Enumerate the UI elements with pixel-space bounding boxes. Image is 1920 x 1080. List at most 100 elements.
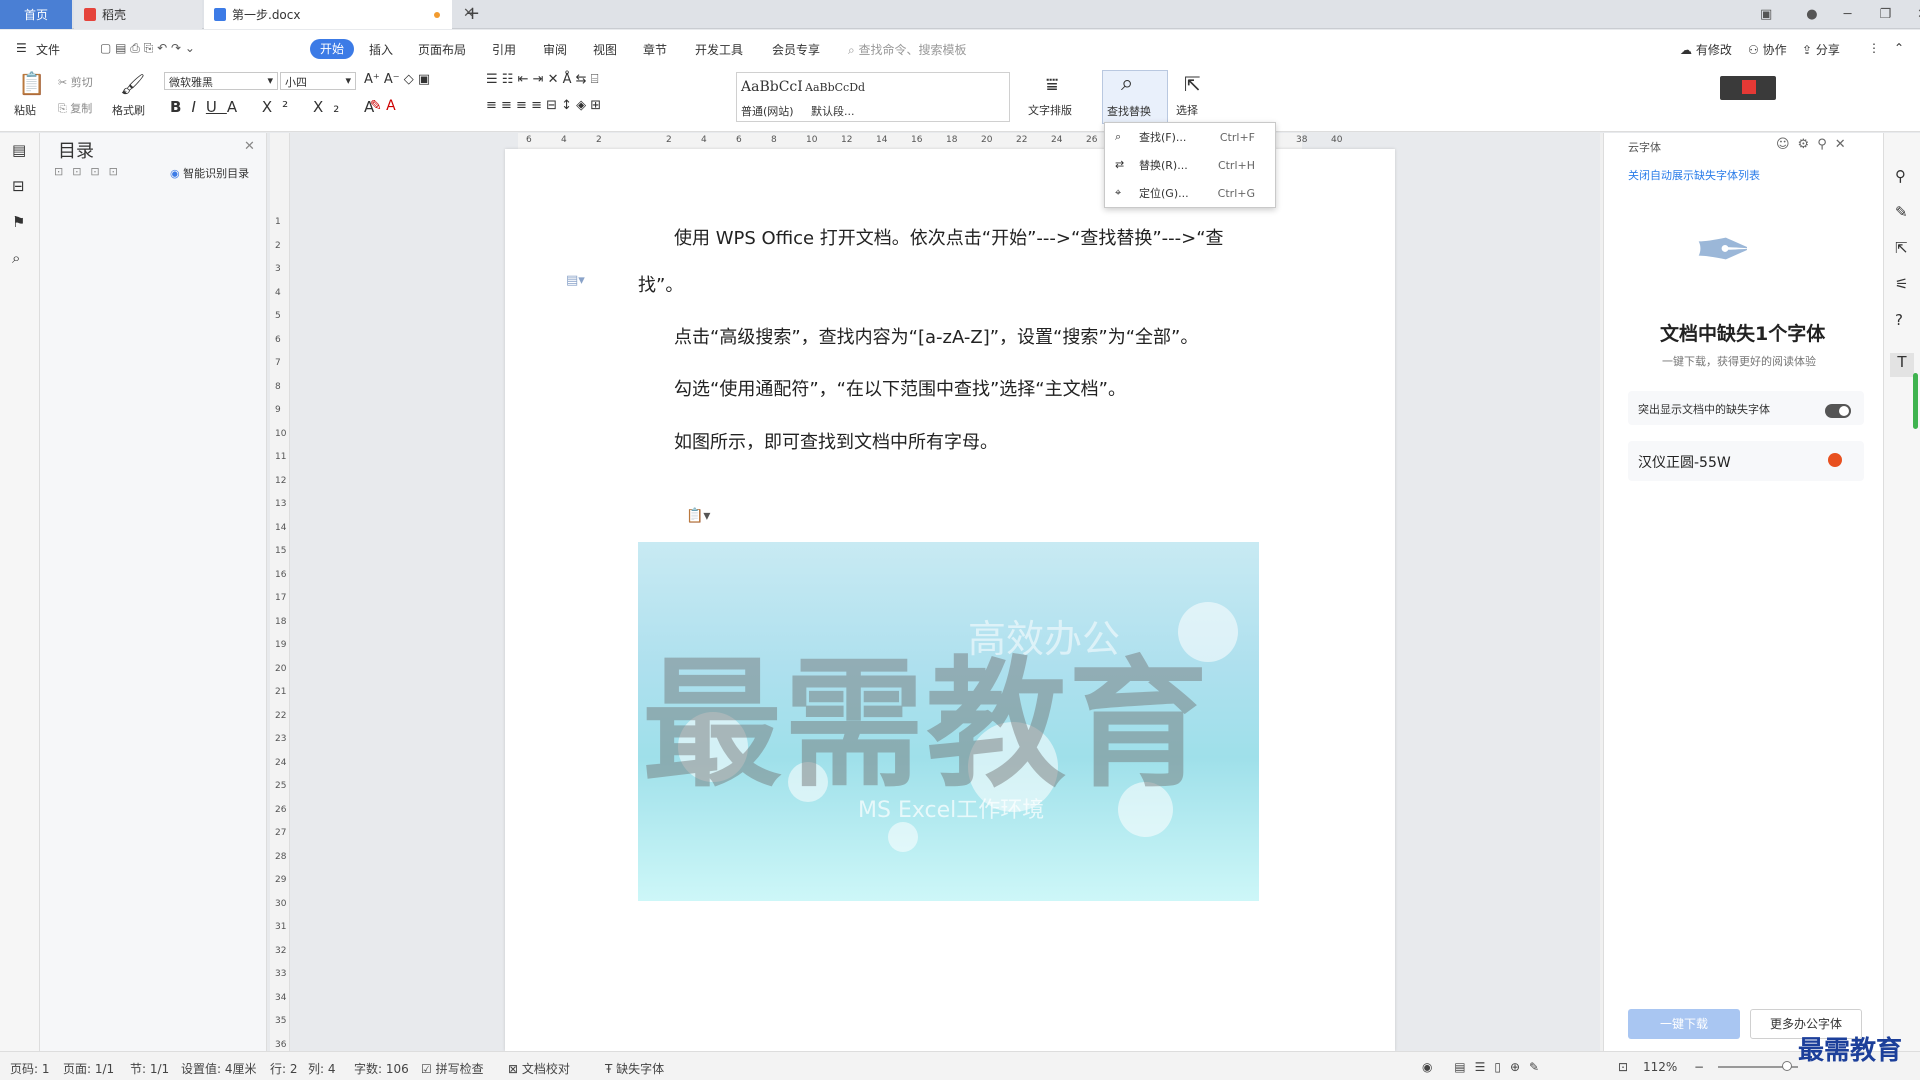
select-button[interactable]: 选择 xyxy=(1176,102,1198,118)
dropdown-goto[interactable]: ⌖ 定位(G)... Ctrl+G xyxy=(1105,179,1275,207)
doc-paragraph-1[interactable]: 使用 WPS Office 打开文档。依次点击“开始”--->“查找替换”---… xyxy=(674,224,1224,250)
select-cursor-icon[interactable]: ⇱ xyxy=(1184,72,1201,96)
dropdown-find[interactable]: ⌕ 查找(F)... Ctrl+F xyxy=(1105,123,1275,151)
missing-font-item[interactable]: 汉仪正圆-55W xyxy=(1628,441,1864,481)
text-layout-button[interactable]: 文字排版 xyxy=(1028,102,1072,118)
document-image[interactable]: 高效办公 MS Excel工作环境 最需教育 xyxy=(638,542,1259,901)
paste-button[interactable]: 粘贴 xyxy=(14,102,36,118)
cursor-icon[interactable]: ⇱ xyxy=(1895,239,1908,257)
new-tab-button[interactable]: + xyxy=(465,3,480,24)
restore-icon[interactable]: ❐ xyxy=(1879,7,1891,22)
paragraph-handle-icon[interactable]: ▤▾ xyxy=(566,273,585,288)
paste-options-icon[interactable]: 📋▾ xyxy=(686,508,710,524)
quick-access-icons[interactable]: ▢ ▤ ⎙ ⎘ ↶ ↷ ⌄ xyxy=(100,41,195,56)
tab-daoke-label: 稻壳 xyxy=(102,8,127,22)
avatar[interactable]: ● xyxy=(1806,7,1817,22)
style-gallery[interactable]: AaBbCcI 普通(网站) AaBbCcDd 默认段... xyxy=(736,72,1010,122)
toc-icon[interactable]: ▤ xyxy=(12,141,26,159)
doc-paragraph-3[interactable]: 勾选“使用通配符”，“在以下范围中查找”选择“主文档”。 xyxy=(674,375,1126,401)
menu-review[interactable]: 审阅 xyxy=(543,41,567,58)
dropdown-replace[interactable]: ⇄ 替换(R)... Ctrl+H xyxy=(1105,151,1275,179)
status-section[interactable]: 节: 1/1 xyxy=(130,1060,169,1077)
doc-paragraph-2[interactable]: 点击“高级搜索”，查找内容为“[a-zA-Z]”，设置“搜索”为“全部”。 xyxy=(674,323,1198,349)
collaborate-button[interactable]: ⚇ 协作 xyxy=(1748,41,1787,58)
doc-paragraph-4[interactable]: 如图所示，即可查找到文档中所有字母。 xyxy=(674,428,998,454)
paste-icon[interactable]: 📋 xyxy=(18,72,45,97)
text-format-tools[interactable]: BIUA X² X₂ A xyxy=(170,98,384,116)
font-color-icon[interactable]: ✎ A xyxy=(370,98,396,114)
font-family-select[interactable]: 微软雅黑 ▾ xyxy=(164,72,278,90)
spell-check-button[interactable]: ☑ 拼写检查 xyxy=(421,1060,484,1077)
fit-page-icon[interactable]: ⊡ xyxy=(1618,1060,1628,1074)
menu-file[interactable]: 文件 xyxy=(36,41,60,58)
menu-view[interactable]: 视图 xyxy=(593,41,617,58)
find-replace-label: 查找替换 xyxy=(1107,105,1151,118)
text-layout-icon[interactable]: ⩸ xyxy=(1046,72,1058,96)
has-changes-button[interactable]: ☁ 有修改 xyxy=(1680,41,1732,58)
account-icon[interactable]: ▣ xyxy=(1760,7,1772,22)
ruler-tick-label: 17 xyxy=(275,593,287,603)
toc-level-tools[interactable]: ⊡⊡⊡⊡ xyxy=(54,165,127,178)
status-page[interactable]: 页面: 1/1 xyxy=(63,1060,114,1077)
menu-icon[interactable]: ☰ xyxy=(16,41,27,55)
tab-home[interactable]: 首页 xyxy=(0,0,72,29)
tab-start[interactable]: 开始 xyxy=(310,39,354,59)
smart-toc-icon: ◉ xyxy=(170,167,180,180)
zoom-level[interactable]: 112% xyxy=(1643,1060,1677,1074)
status-word-count[interactable]: 字数: 106 xyxy=(354,1060,409,1077)
alignment-tools[interactable]: ≡ ≡ ≡ ≡ ⊟ ↕ ◈ ⊞ xyxy=(486,98,601,113)
replace-shortcut: Ctrl+H xyxy=(1217,158,1255,172)
close-auto-show-link[interactable]: 关闭自动展示缺失字体列表 xyxy=(1628,167,1760,183)
menu-reference[interactable]: 引用 xyxy=(492,41,516,58)
close-icon[interactable]: ✕ xyxy=(244,139,255,154)
collapse-ribbon-icon[interactable]: ⌃ xyxy=(1894,41,1904,55)
panel-header[interactable]: 云字体 xyxy=(1628,139,1661,155)
format-painter-icon[interactable]: 🖌 xyxy=(120,72,145,96)
help-icon[interactable]: ? xyxy=(1895,311,1903,329)
ruler-tick-label: 31 xyxy=(275,922,287,932)
chapter-nav-icon[interactable]: ⊟ xyxy=(12,177,25,195)
edit-icon[interactable]: ✎ xyxy=(1895,203,1908,221)
tab-daoke[interactable]: 稻壳 xyxy=(74,0,202,29)
smart-toc-button[interactable]: ◉ 智能识别目录 xyxy=(170,165,249,181)
command-search[interactable]: ⌕ 查找命令、搜索模板 xyxy=(848,41,967,58)
font-size-tools[interactable]: A⁺ A⁻ ◇ ▣ xyxy=(364,72,430,87)
zoom-out-icon[interactable]: − xyxy=(1694,1060,1704,1074)
more-icon[interactable]: ⋮ xyxy=(1868,41,1880,55)
highlight-missing-font-toggle[interactable] xyxy=(1825,404,1851,418)
format-painter-button[interactable]: 格式刷 xyxy=(112,102,145,118)
menu-insert[interactable]: 插入 xyxy=(369,41,393,58)
ruler-tick-label: 16 xyxy=(275,569,287,580)
zoom-slider-thumb[interactable] xyxy=(1782,1061,1792,1071)
share-button[interactable]: ⇪ 分享 xyxy=(1802,41,1840,58)
style-icon[interactable]: ⚲ xyxy=(1895,167,1906,185)
menu-member[interactable]: 会员专享 xyxy=(772,41,820,58)
proofread-button[interactable]: ⊠ 文档校对 xyxy=(508,1060,570,1077)
view-mode-icons[interactable]: ◉ ▤☰▯⊕✎ xyxy=(1422,1060,1548,1074)
input-method-icon[interactable] xyxy=(1720,76,1776,100)
tab-document[interactable]: 第一步.docx ✕ xyxy=(204,0,474,29)
settings-sliders-icon[interactable]: ⚟ xyxy=(1895,275,1908,293)
font-panel-icon[interactable]: T xyxy=(1890,353,1914,377)
menu-dev-tools[interactable]: 开发工具 xyxy=(695,41,743,58)
ruler-tick-label: 5 xyxy=(275,311,281,321)
minimize-icon[interactable]: ─ xyxy=(1844,7,1852,22)
menu-chapter[interactable]: 章节 xyxy=(643,41,667,58)
search-icon[interactable]: ⌕ xyxy=(12,249,20,267)
style2-name[interactable]: 默认段... xyxy=(811,103,855,119)
download-all-button[interactable]: 一键下载 xyxy=(1628,1009,1740,1039)
doc-paragraph-1-continued[interactable]: 找”。 xyxy=(638,271,683,297)
style1-name[interactable]: 普通(网站) xyxy=(741,103,794,119)
side-scroll-indicator[interactable] xyxy=(1913,373,1918,429)
status-page-code[interactable]: 页码: 1 xyxy=(10,1060,50,1077)
copy-button[interactable]: ⎘ 复制 xyxy=(58,100,92,116)
bookmark-icon[interactable]: ⚑ xyxy=(12,213,25,231)
status-setting[interactable]: 设置值: 4厘米 xyxy=(181,1060,257,1077)
menu-page-layout[interactable]: 页面布局 xyxy=(418,41,466,58)
find-replace-button[interactable]: ⌕ 查找替换 xyxy=(1102,70,1168,124)
cut-button[interactable]: ✂ 剪切 xyxy=(58,74,93,90)
font-size-select[interactable]: 小四 ▾ xyxy=(280,72,356,90)
missing-font-status-button[interactable]: Ŧ 缺失字体 xyxy=(605,1060,664,1077)
panel-header-icons[interactable]: ☺⚙⚲✕ xyxy=(1776,137,1854,152)
list-tools[interactable]: ☰ ☷ ⇤ ⇥ ✕ Å ⇆ ⌸ xyxy=(486,72,599,87)
